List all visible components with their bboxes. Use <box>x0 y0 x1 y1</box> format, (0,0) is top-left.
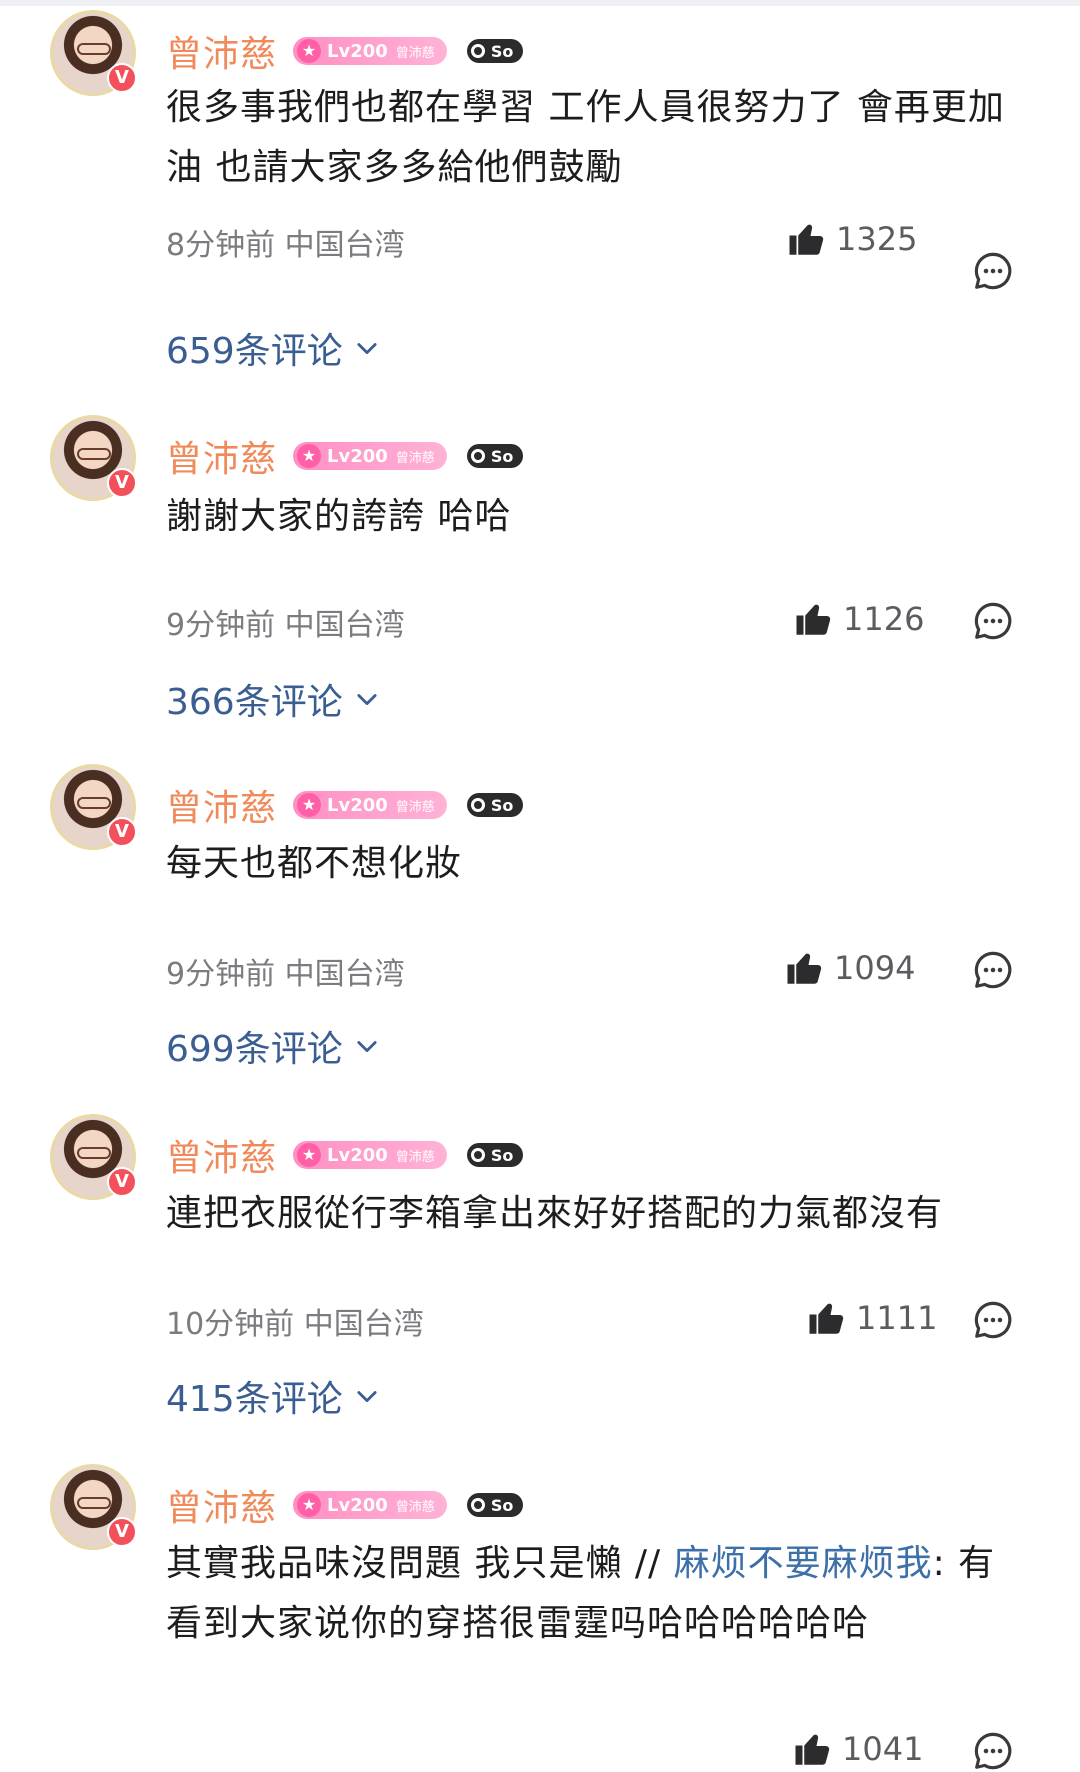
timestamp: 9分钟前 <box>166 957 276 992</box>
level-badge[interactable]: ★ Lv200 曾沛慈 <box>293 1141 447 1169</box>
comment-header: 曾沛慈 ★ Lv200 曾沛慈 So <box>166 430 524 482</box>
comment-meta: 9分钟前 中国台湾 <box>166 600 405 644</box>
username[interactable]: 曾沛慈 <box>166 1479 277 1531</box>
comment-meta: 9分钟前 中国台湾 <box>166 949 405 993</box>
comment-bubble-icon[interactable] <box>972 1730 1014 1772</box>
level-badge[interactable]: ★ Lv200 曾沛慈 <box>293 37 447 65</box>
verified-v-icon: V <box>107 1167 137 1197</box>
comment-text: 很多事我們也都在學習 工作人員很努力了 會再更加油 也請大家多多給他們鼓勵 <box>166 87 1005 188</box>
comment-bubble-icon[interactable] <box>972 1299 1014 1341</box>
username[interactable]: 曾沛慈 <box>166 430 277 482</box>
so-badge: So <box>466 1143 524 1167</box>
like-count: 1325 <box>836 220 918 258</box>
like-button[interactable]: 1094 <box>784 947 915 989</box>
location: 中国台湾 <box>284 608 405 643</box>
comment-bubble-icon[interactable] <box>972 949 1014 991</box>
username[interactable]: 曾沛慈 <box>166 25 277 77</box>
comment-text: 每天也都不想化妝 <box>166 843 463 884</box>
comment-header: 曾沛慈 ★ Lv200 曾沛慈 So <box>166 25 524 77</box>
expand-replies-button[interactable]: 366条评论 <box>166 673 381 725</box>
level-badge[interactable]: ★ Lv200 曾沛慈 <box>293 1491 447 1519</box>
verified-v-icon: V <box>107 63 137 93</box>
comment-text: 連把衣服從行李箱拿出來好好搭配的力氣都沒有 <box>166 1193 944 1234</box>
comment-bubble-icon[interactable] <box>972 250 1014 292</box>
thumbs-up-icon <box>796 604 831 635</box>
avatar[interactable]: V <box>50 1114 137 1200</box>
timestamp: 8分钟前 <box>166 228 276 263</box>
comment-text: 謝謝大家的誇誇 哈哈 <box>166 496 512 537</box>
expand-replies-button[interactable]: 659条评论 <box>166 322 381 374</box>
star-icon: ★ <box>297 444 322 468</box>
chevron-down-icon <box>357 343 377 355</box>
comment-text-main: 其實我品味沒問題 我只是懶 // <box>166 1543 674 1584</box>
chevron-down-icon <box>357 1041 377 1053</box>
mention-link[interactable]: 麻烦不要麻烦我 <box>674 1543 933 1584</box>
comment-bubble-icon[interactable] <box>972 600 1014 642</box>
username[interactable]: 曾沛慈 <box>166 779 277 831</box>
like-button[interactable]: 1126 <box>793 598 924 640</box>
like-count: 1111 <box>856 1299 938 1337</box>
thumbs-up-icon <box>789 224 824 255</box>
comment-header: 曾沛慈 ★ Lv200 曾沛慈 So <box>166 1129 524 1181</box>
comment-text: 其實我品味沒問題 我只是懶 // 麻烦不要麻烦我: 有看到大家说你的穿搭很雷霆吗… <box>166 1534 1016 1654</box>
comment-meta: 8分钟前 中国台湾 <box>166 220 405 264</box>
like-button[interactable]: 1325 <box>786 218 917 260</box>
timestamp: 9分钟前 <box>166 608 276 643</box>
like-count: 1041 <box>842 1730 924 1768</box>
avatar[interactable]: V <box>50 764 137 850</box>
comment-list: V 曾沛慈 ★ Lv200 曾沛慈 So 很多事我們也都在學習 工作人員很努力了 會… <box>0 0 1080 1772</box>
star-icon: ★ <box>297 1143 322 1167</box>
comment-header: 曾沛慈 ★ Lv200 曾沛慈 So <box>166 1479 524 1531</box>
star-icon: ★ <box>297 793 322 817</box>
timestamp: 10分钟前 <box>166 1307 295 1342</box>
location: 中国台湾 <box>284 957 405 992</box>
so-badge: So <box>466 444 524 468</box>
so-badge: So <box>466 39 524 63</box>
verified-v-icon: V <box>107 817 137 847</box>
avatar[interactable]: V <box>50 10 137 96</box>
comment-header: 曾沛慈 ★ Lv200 曾沛慈 So <box>166 779 524 831</box>
avatar[interactable]: V <box>50 415 137 501</box>
location: 中国台湾 <box>284 228 405 263</box>
chevron-down-icon <box>357 694 377 706</box>
so-badge: So <box>466 1493 524 1517</box>
like-button[interactable]: 1041 <box>792 1728 923 1770</box>
level-badge[interactable]: ★ Lv200 曾沛慈 <box>293 442 447 470</box>
star-icon: ★ <box>297 1493 322 1517</box>
expand-replies-button[interactable]: 699条评论 <box>166 1020 381 1072</box>
comment-meta: 10分钟前 中国台湾 <box>166 1299 424 1343</box>
like-count: 1094 <box>834 949 916 987</box>
thumbs-up-icon <box>809 1303 844 1334</box>
chevron-down-icon <box>357 1391 377 1403</box>
thumbs-up-icon <box>787 953 822 984</box>
star-icon: ★ <box>297 39 322 63</box>
level-badge[interactable]: ★ Lv200 曾沛慈 <box>293 791 447 819</box>
avatar[interactable]: V <box>50 1464 137 1550</box>
verified-v-icon: V <box>107 468 137 498</box>
so-badge: So <box>466 793 524 817</box>
username[interactable]: 曾沛慈 <box>166 1129 277 1181</box>
like-button[interactable]: 1111 <box>806 1297 937 1339</box>
thumbs-up-icon <box>795 1734 830 1765</box>
like-count: 1126 <box>843 600 925 638</box>
expand-replies-button[interactable]: 415条评论 <box>166 1370 381 1422</box>
verified-v-icon: V <box>107 1517 137 1547</box>
location: 中国台湾 <box>303 1307 424 1342</box>
